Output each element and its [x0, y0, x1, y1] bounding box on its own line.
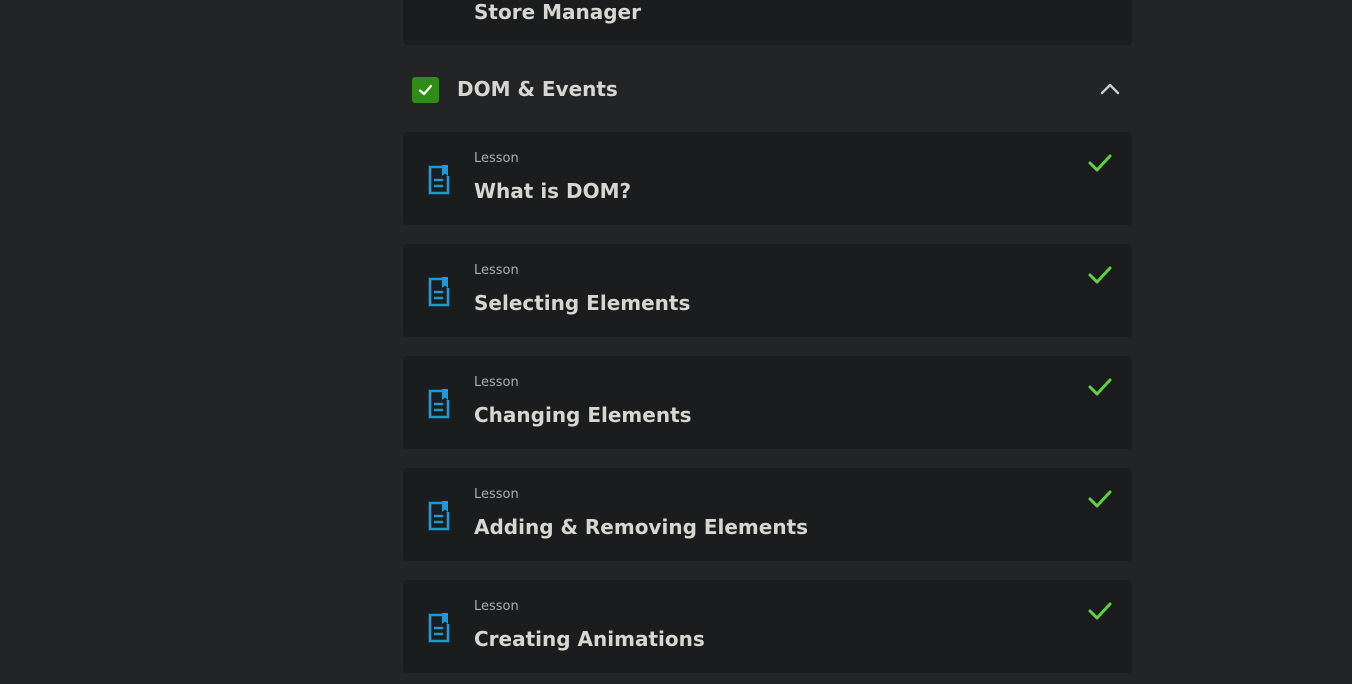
- chevron-up-icon[interactable]: [1098, 81, 1122, 97]
- lesson-title: Creating Animations: [474, 627, 705, 651]
- completed-check-icon: [1088, 490, 1112, 508]
- lesson-type-label: Lesson: [474, 263, 519, 278]
- lesson-type-label: Lesson: [474, 151, 519, 166]
- lesson-item[interactable]: Lesson Selecting Elements: [403, 244, 1132, 337]
- lesson-title: Changing Elements: [474, 403, 692, 427]
- lesson-item[interactable]: Lesson Changing Elements: [403, 356, 1132, 449]
- completed-check-icon: [1088, 266, 1112, 284]
- lesson-title: Adding & Removing Elements: [474, 515, 809, 539]
- lesson-document-icon: [428, 277, 450, 307]
- section-header[interactable]: DOM & Events: [403, 45, 1132, 131]
- lesson-item[interactable]: Lesson What is DOM?: [403, 132, 1132, 225]
- section-title: DOM & Events: [457, 77, 618, 101]
- lesson-title: Selecting Elements: [474, 291, 691, 315]
- lesson-document-icon: [428, 165, 450, 195]
- previous-item-title: Store Manager: [474, 0, 641, 24]
- previous-item-card[interactable]: Store Manager: [403, 0, 1132, 45]
- lesson-document-icon: [428, 389, 450, 419]
- lesson-document-icon: [428, 501, 450, 531]
- lesson-item[interactable]: Lesson Creating Animations: [403, 580, 1132, 673]
- completed-check-icon: [1088, 602, 1112, 620]
- lesson-type-label: Lesson: [474, 599, 519, 614]
- lesson-document-icon: [428, 613, 450, 643]
- lesson-title: What is DOM?: [474, 179, 632, 203]
- lesson-type-label: Lesson: [474, 375, 519, 390]
- completed-check-icon: [1088, 378, 1112, 396]
- section-complete-check-icon: [412, 77, 439, 103]
- completed-check-icon: [1088, 154, 1112, 172]
- project-icon: [425, 0, 455, 8]
- lesson-type-label: Lesson: [474, 487, 519, 502]
- lesson-item[interactable]: Lesson Adding & Removing Elements: [403, 468, 1132, 561]
